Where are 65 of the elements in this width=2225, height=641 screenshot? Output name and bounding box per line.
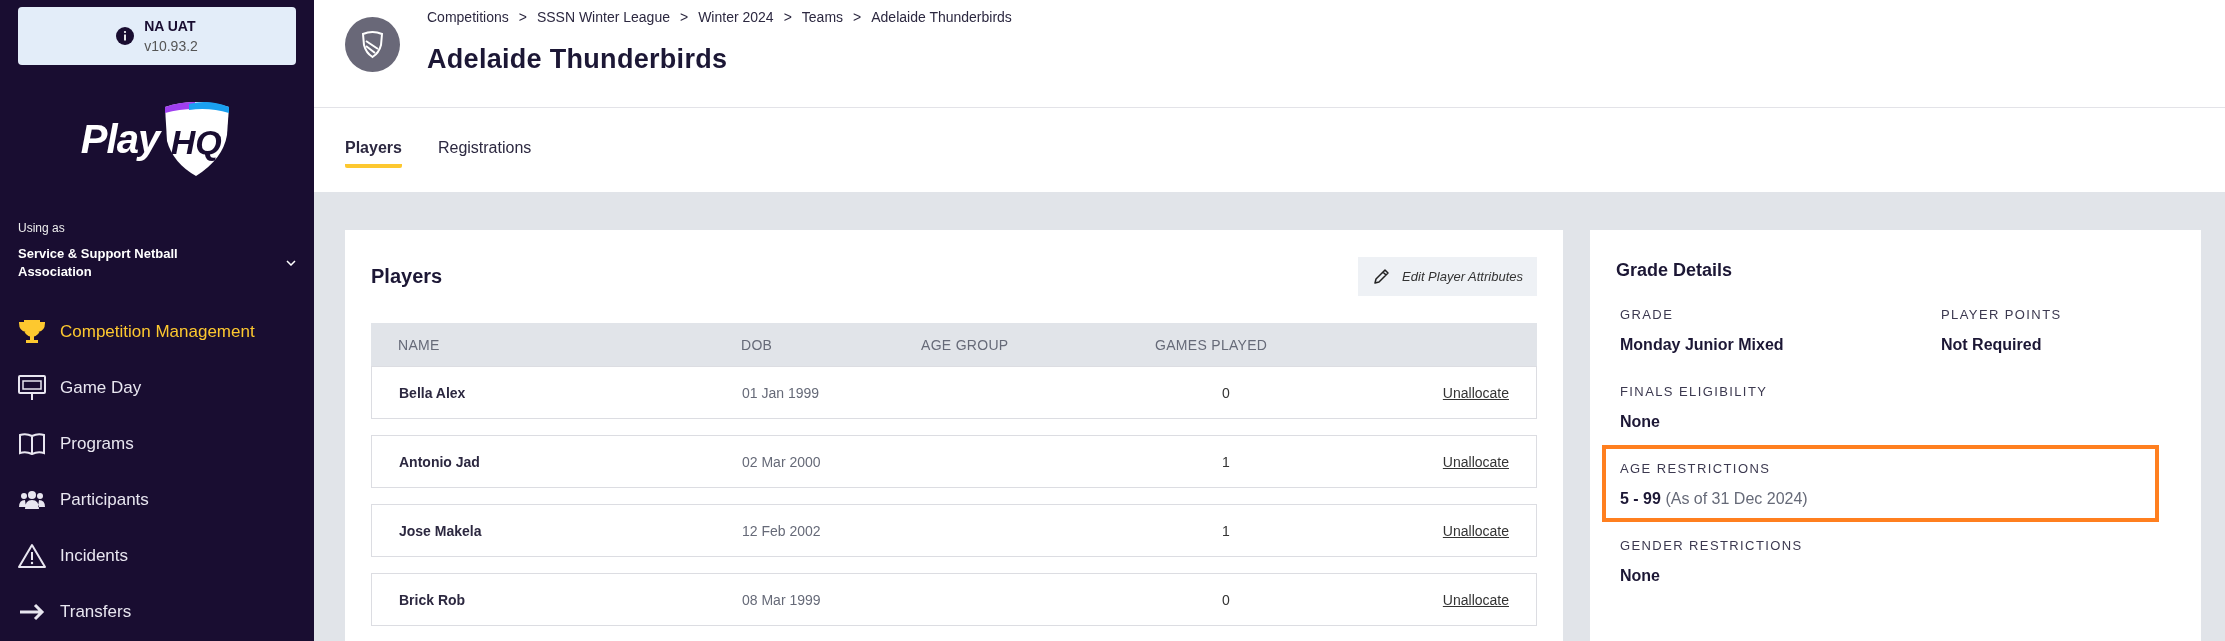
nav-item[interactable]: Programs: [18, 431, 296, 457]
unallocate-link[interactable]: Unallocate: [1442, 591, 1509, 608]
nav-item[interactable]: Game Day: [18, 375, 296, 401]
nav-item[interactable]: Competition Management: [18, 319, 296, 345]
info-icon: [116, 27, 135, 45]
logo-text: HQ: [170, 122, 222, 162]
page-title: Adelaide Thunderbirds: [427, 44, 729, 75]
breadcrumb-separator: >: [679, 9, 689, 25]
games-played: 1: [1221, 453, 1231, 470]
nav-item[interactable]: Incidents: [18, 543, 296, 569]
field-value: Not Required: [1941, 336, 2043, 354]
games-played: 1: [1221, 522, 1231, 539]
player-name: Brick Rob: [399, 591, 467, 608]
scoreboard-icon: [18, 375, 46, 401]
nav-item[interactable]: Participants: [18, 487, 296, 513]
breadcrumb-link[interactable]: Winter 2024: [698, 9, 774, 25]
breadcrumb-link[interactable]: Competitions: [427, 9, 509, 25]
breadcrumb-link[interactable]: SSSN Winter League: [536, 9, 670, 25]
breadcrumb-link[interactable]: Teams: [801, 9, 844, 25]
card-title: Players: [371, 265, 443, 288]
field-value: None: [1620, 413, 1661, 431]
logo-text: Play: [80, 116, 160, 162]
environment-name: NA UAT: [144, 18, 197, 34]
field-value: 5 - 99 (As of 31 Dec 2024): [1620, 490, 1809, 508]
player-name: Antonio Jad: [399, 453, 481, 470]
field-label: GENDER RESTRICTIONS: [1620, 538, 1804, 553]
column-header: AGE GROUP: [921, 336, 1010, 353]
date-of-birth: 08 Mar 1999: [742, 591, 822, 608]
pencil-icon: [1372, 267, 1391, 286]
version-number: v10.93.2: [144, 38, 198, 54]
field-value: None: [1620, 567, 1661, 585]
unallocate-link[interactable]: Unallocate: [1442, 453, 1509, 470]
card-title: Grade Details: [1616, 260, 1734, 281]
player-name: Jose Makela: [399, 522, 483, 539]
date-of-birth: 02 Mar 2000: [742, 453, 822, 470]
unallocate-link[interactable]: Unallocate: [1442, 384, 1509, 401]
breadcrumb-separator: >: [518, 9, 527, 25]
organisation-name: Service & Support Netball Association: [18, 245, 179, 281]
trophy-icon: [18, 319, 46, 345]
using-as-label: Using as: [18, 221, 66, 235]
date-of-birth: 01 Jan 1999: [742, 384, 821, 401]
player-name: Bella Alex: [399, 384, 467, 401]
field-label: GRADE: [1620, 307, 1675, 322]
column-header: GAMES PLAYED: [1155, 336, 1269, 353]
tab[interactable]: Registrations: [437, 138, 532, 168]
tab[interactable]: Players: [345, 138, 402, 168]
shield-icon: [345, 17, 400, 72]
breadcrumb-separator: >: [853, 9, 862, 25]
edit-attributes-button[interactable]: Edit Player Attributes: [1358, 257, 1537, 296]
nav-item[interactable]: Transfers: [18, 599, 296, 625]
breadcrumb-current: Adelaide Thunderbirds: [871, 9, 1012, 25]
games-played: 0: [1221, 591, 1231, 608]
warning-icon: [18, 543, 46, 569]
games-played: 0: [1221, 384, 1231, 401]
date-of-birth: 12 Feb 2002: [742, 522, 822, 539]
chevron-down-icon: [286, 260, 296, 266]
book-icon: [18, 431, 46, 457]
unallocate-link[interactable]: Unallocate: [1442, 522, 1509, 539]
breadcrumb-separator: >: [783, 9, 792, 25]
field-label: AGE RESTRICTIONS: [1620, 461, 1772, 476]
column-header: NAME: [398, 336, 441, 353]
column-header: DOB: [741, 336, 774, 353]
field-label: FINALS ELIGIBILITY: [1620, 384, 1769, 399]
field-value: Monday Junior Mixed: [1620, 336, 1785, 354]
field-label: PLAYER POINTS: [1941, 307, 2063, 322]
